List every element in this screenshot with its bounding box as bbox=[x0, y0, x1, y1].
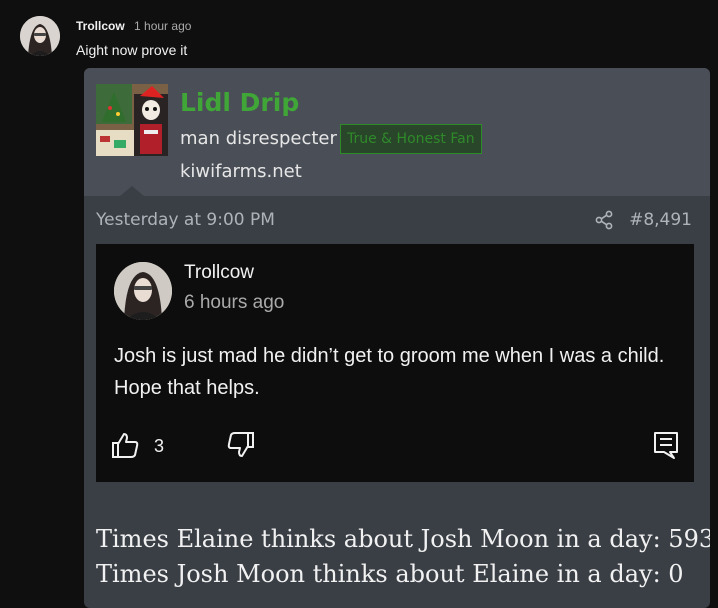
comment-text: Aight now prove it bbox=[76, 42, 188, 58]
post-date[interactable]: Yesterday at 9:00 PM bbox=[96, 210, 275, 230]
site-domain[interactable]: kiwifarms.net bbox=[180, 161, 302, 182]
quoted-comment-author: Trollcow bbox=[184, 262, 255, 283]
comment-time[interactable]: 1 hour ago bbox=[134, 19, 191, 33]
quoted-comment-time: 6 hours ago bbox=[184, 292, 285, 313]
thumbs-up-icon bbox=[112, 433, 139, 458]
comment-author[interactable]: Trollcow bbox=[76, 19, 125, 33]
poster-title: man disrespecter bbox=[180, 128, 337, 149]
user-badge: True & Honest Fan bbox=[340, 124, 482, 154]
header-notch bbox=[120, 186, 144, 196]
reply-icon bbox=[654, 432, 678, 459]
poster-avatar[interactable] bbox=[96, 84, 168, 156]
post-number[interactable]: #8,491 bbox=[629, 210, 692, 230]
share-icon[interactable] bbox=[594, 210, 614, 230]
post-text-line-2: Times Josh Moon thinks about Elaine in a… bbox=[96, 560, 684, 588]
quoted-comment-screenshot: Trollcow 6 hours ago Josh is just mad he… bbox=[96, 244, 694, 482]
thumbs-down-icon bbox=[227, 432, 254, 457]
like-count: 3 bbox=[154, 436, 165, 456]
commenter-avatar[interactable] bbox=[20, 16, 60, 56]
quoted-comment-avatar bbox=[114, 262, 172, 320]
post-text-line-1: Times Elaine thinks about Josh Moon in a… bbox=[96, 525, 710, 553]
quoted-comment-text: Josh is just mad he didn’t get to groom … bbox=[114, 345, 665, 399]
poster-name[interactable]: Lidl Drip bbox=[180, 88, 299, 117]
embedded-post-card: Lidl Drip man disrespecter True & Honest… bbox=[84, 68, 710, 608]
